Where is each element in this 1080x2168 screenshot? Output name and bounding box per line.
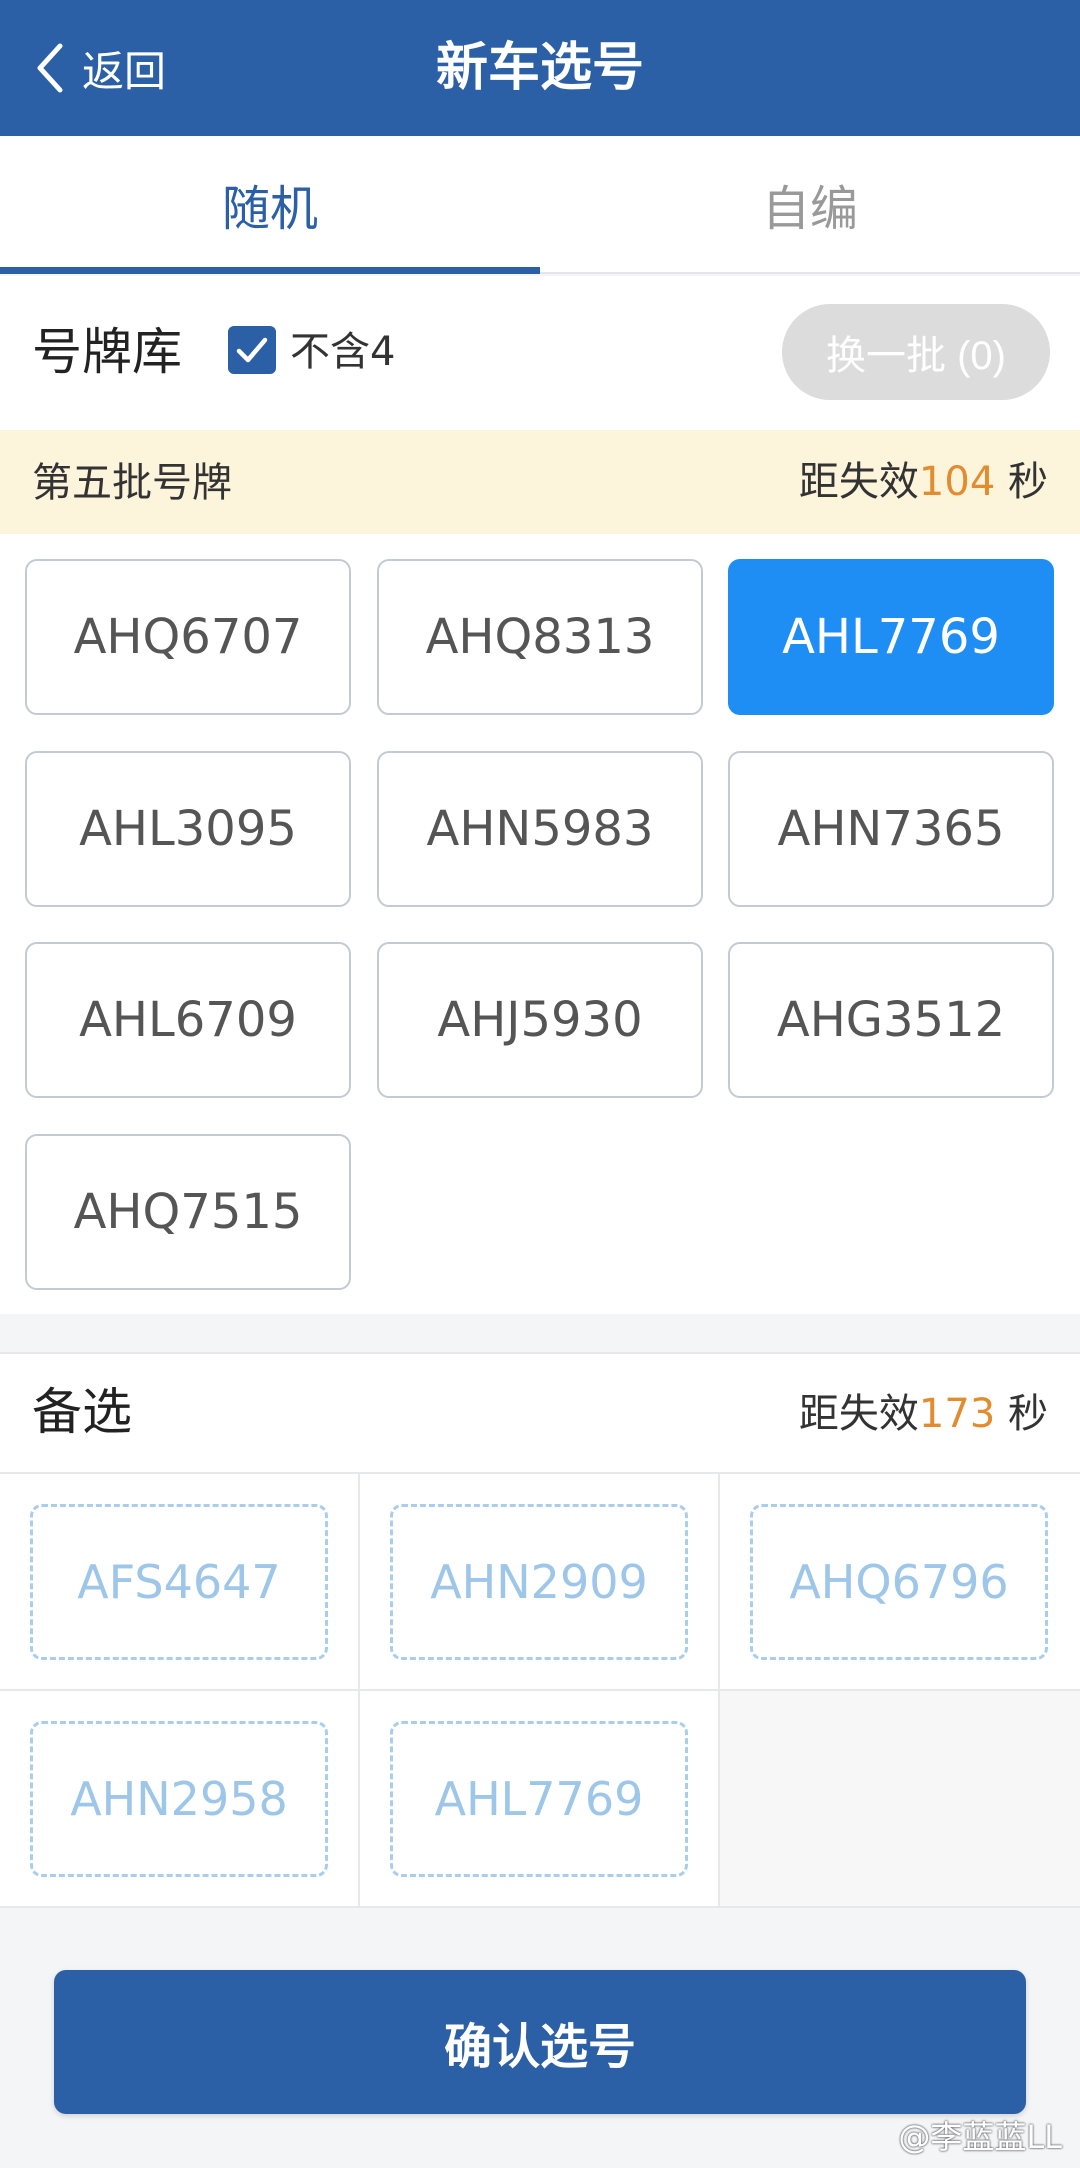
alternate-cell-empty xyxy=(720,1691,1080,1908)
batch-expiry-timer: 距失效104 秒 xyxy=(799,456,1048,508)
plate-grid: AHQ6707 AHQ8313 AHL7769 AHL3095 AHN5983 … xyxy=(0,534,1080,1314)
alternate-cell: AFS4647 xyxy=(0,1474,360,1691)
exclude-four-label[interactable]: 不含4 xyxy=(290,324,395,380)
alternate-cell: AHN2958 xyxy=(0,1691,360,1908)
tab-bar: 随机 自编 xyxy=(0,136,1080,274)
plate-pool-bar: 号牌库 不含4 换一批 (0) xyxy=(0,276,1080,430)
plate-option[interactable]: AHN5983 xyxy=(377,751,703,907)
alternates-expiry-timer: 距失效173 秒 xyxy=(799,1388,1048,1440)
batch-title: 第五批号牌 xyxy=(32,460,232,506)
timer-suffix: 秒 xyxy=(1008,459,1048,505)
refresh-batch-button[interactable]: 换一批 (0) xyxy=(782,304,1050,400)
plate-option[interactable]: AHL6709 xyxy=(25,942,351,1098)
top-bar: 返回 新车选号 xyxy=(0,0,1080,136)
timer-seconds: 104 xyxy=(918,459,996,505)
plate-option[interactable]: AHQ7515 xyxy=(25,1134,351,1290)
alternate-plate[interactable]: AHN2958 xyxy=(30,1721,328,1877)
plate-option[interactable]: AHQ8313 xyxy=(377,559,703,715)
back-label: 返回 xyxy=(82,46,167,96)
checkmark-icon xyxy=(236,337,268,363)
plate-option[interactable]: AHN7365 xyxy=(728,751,1054,907)
plate-option[interactable]: AHG3512 xyxy=(728,942,1054,1098)
exclude-four-checkbox[interactable] xyxy=(228,326,276,374)
alternate-cell: AHN2909 xyxy=(360,1474,720,1691)
back-button[interactable]: 返回 xyxy=(34,38,166,98)
alternate-plate[interactable]: AHL7769 xyxy=(390,1721,688,1877)
chevron-left-icon xyxy=(37,43,63,93)
timer-prefix: 距失效 xyxy=(798,1391,919,1437)
confirm-selection-button[interactable]: 确认选号 xyxy=(54,1970,1026,2114)
plate-option[interactable]: AHQ6707 xyxy=(25,559,351,715)
alternate-plate[interactable]: AHQ6796 xyxy=(750,1504,1048,1660)
pool-label: 号牌库 xyxy=(32,323,182,381)
alternate-cell: AHL7769 xyxy=(360,1691,720,1908)
timer-suffix: 秒 xyxy=(1008,1391,1048,1437)
plate-option-selected[interactable]: AHL7769 xyxy=(728,559,1054,715)
alternate-plate[interactable]: AFS4647 xyxy=(30,1504,328,1660)
plate-option[interactable]: AHL3095 xyxy=(25,751,351,907)
alternate-plate[interactable]: AHN2909 xyxy=(390,1504,688,1660)
batch-notice: 第五批号牌 距失效104 秒 xyxy=(0,430,1080,534)
tab-random[interactable]: 随机 xyxy=(0,136,540,274)
tab-custom[interactable]: 自编 xyxy=(540,136,1080,272)
alternates-title: 备选 xyxy=(32,1383,132,1441)
timer-seconds: 173 xyxy=(918,1391,996,1437)
watermark: @李蓝蓝LL xyxy=(898,2118,1062,2156)
alternates-header: 备选 距失效173 秒 xyxy=(0,1352,1080,1474)
alternate-cell: AHQ6796 xyxy=(720,1474,1080,1691)
timer-prefix: 距失效 xyxy=(798,459,919,505)
alternates-grid: AFS4647 AHN2909 AHQ6796 AHN2958 AHL7769 xyxy=(0,1474,1080,1908)
plate-option[interactable]: AHJ5930 xyxy=(377,942,703,1098)
